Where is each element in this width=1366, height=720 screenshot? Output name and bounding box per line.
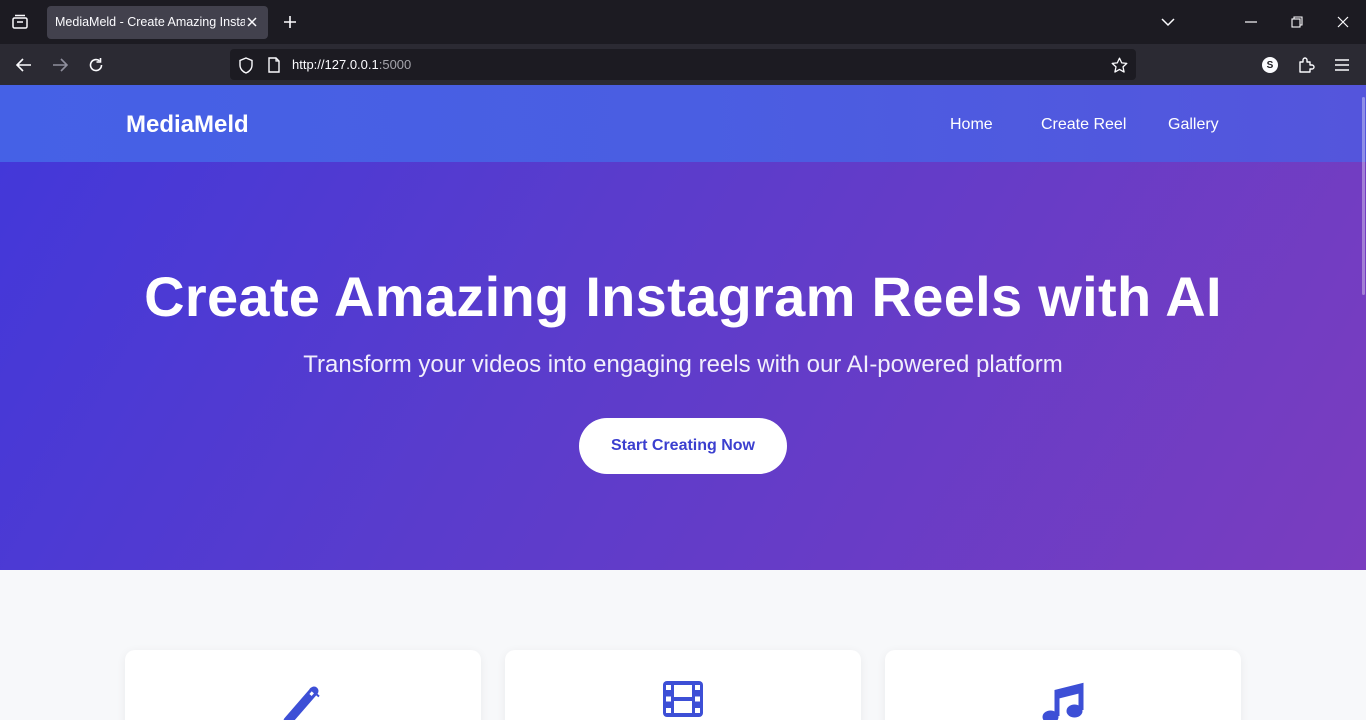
- hero-section: Create Amazing Instagram Reels with AI T…: [0, 162, 1366, 570]
- url-text[interactable]: http://127.0.0.1:5000: [292, 57, 411, 72]
- feature-card-music: [885, 650, 1241, 720]
- page-icon[interactable]: [265, 56, 283, 74]
- reload-icon: [89, 58, 103, 72]
- avatar: S: [1262, 57, 1278, 73]
- minimize-button[interactable]: [1240, 12, 1262, 32]
- back-button[interactable]: [12, 53, 36, 77]
- tabs-icon: [12, 14, 28, 29]
- star-icon: [1111, 57, 1127, 73]
- browser-tab-active[interactable]: MediaMeld - Create Amazing Instagram Ree…: [47, 6, 268, 39]
- nav-link-create-reel[interactable]: Create Reel: [1041, 116, 1126, 134]
- restore-button[interactable]: [1286, 12, 1308, 32]
- film-icon: [660, 680, 706, 720]
- url-port: :5000: [378, 57, 412, 72]
- close-icon: [247, 17, 257, 27]
- magic-wand-icon: [280, 680, 326, 720]
- arrow-right-icon: [53, 58, 68, 72]
- list-all-tabs-button[interactable]: [1157, 12, 1179, 32]
- shield-icon[interactable]: [237, 56, 255, 74]
- hamburger-icon: [1335, 59, 1349, 71]
- hero-title: Create Amazing Instagram Reels with AI: [144, 265, 1222, 328]
- hero-subtitle: Transform your videos into engaging reel…: [303, 351, 1063, 378]
- page-scrollbar[interactable]: [1360, 85, 1366, 720]
- close-icon: [1337, 16, 1349, 28]
- close-tab-button[interactable]: [244, 14, 260, 30]
- arrow-left-icon: [16, 58, 31, 72]
- extensions-button[interactable]: [1295, 54, 1317, 76]
- restore-icon: [1291, 16, 1303, 28]
- site-header: MediaMeld Home Create Reel Gallery: [0, 85, 1366, 162]
- page-content: MediaMeld Home Create Reel Gallery Creat…: [0, 85, 1366, 720]
- account-button[interactable]: S: [1259, 54, 1281, 76]
- close-window-button[interactable]: [1332, 12, 1354, 32]
- nav-link-gallery[interactable]: Gallery: [1168, 116, 1219, 134]
- puzzle-icon: [1299, 57, 1315, 73]
- url-host: http://127.0.0.1: [292, 57, 379, 72]
- app-menu-button[interactable]: [1331, 54, 1353, 76]
- chevron-down-icon: [1161, 17, 1175, 26]
- feature-card-video: [505, 650, 861, 720]
- browser-toolbar: http://127.0.0.1:5000 S: [0, 44, 1366, 85]
- reload-button[interactable]: [84, 53, 108, 77]
- plus-icon: [284, 16, 296, 28]
- tab-overview-button[interactable]: [8, 11, 32, 33]
- forward-button[interactable]: [48, 53, 72, 77]
- scrollbar-thumb[interactable]: [1362, 97, 1365, 295]
- nav-link-home[interactable]: Home: [950, 116, 993, 134]
- feature-card-ai-editing: [125, 650, 481, 720]
- music-icon: [1040, 680, 1086, 720]
- bookmark-star-button[interactable]: [1110, 56, 1128, 74]
- tab-title: MediaMeld - Create Amazing Instagram Ree…: [55, 15, 245, 29]
- minimize-icon: [1245, 21, 1257, 23]
- browser-tab-bar: MediaMeld - Create Amazing Instagram Ree…: [0, 0, 1366, 44]
- start-creating-button[interactable]: Start Creating Now: [579, 418, 787, 474]
- new-tab-button[interactable]: [280, 12, 300, 32]
- address-bar[interactable]: http://127.0.0.1:5000: [230, 49, 1136, 80]
- site-logo[interactable]: MediaMeld: [126, 111, 249, 139]
